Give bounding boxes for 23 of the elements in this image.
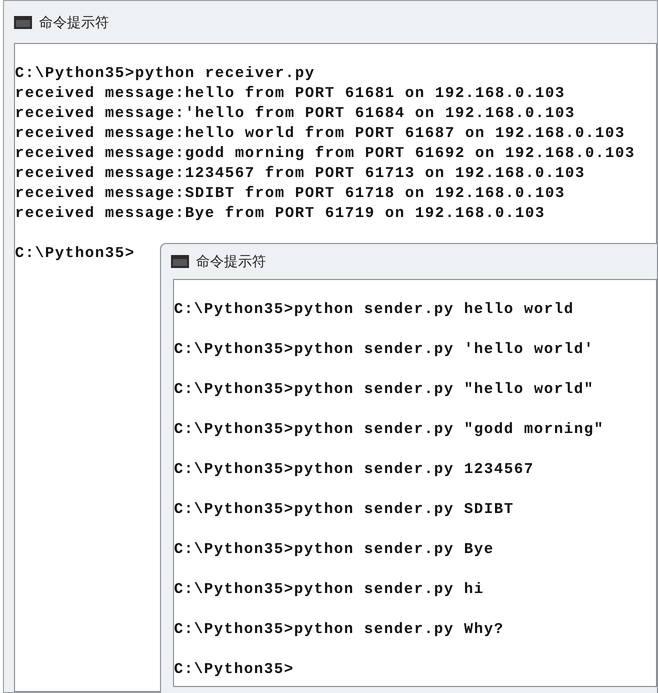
console-line: C:\Python35>python sender.py 'hello world'	[174, 340, 594, 360]
console-line: received message:SDIBT from PORT 61718 on 192.168.0.103	[15, 184, 566, 204]
console-line: C:\Python35>python sender.py "hello world"	[174, 380, 594, 400]
window-title: 命令提示符	[196, 252, 266, 271]
console-line: C:\Python35>	[15, 244, 136, 264]
console-line: C:\Python35>	[174, 660, 294, 680]
console-line: received message:Bye from PORT 61719 on 192.168.0.103	[15, 204, 546, 224]
console-line: received message:1234567 from PORT 61713 on 192.168.0.103	[15, 164, 586, 184]
console-line: C:\Python35>python sender.py hi	[174, 580, 484, 600]
window-title: 命令提示符	[39, 12, 109, 32]
console-line: C:\Python35>python sender.py Bye	[174, 540, 494, 560]
console-line: C:\Python35>python sender.py SDIBT	[174, 500, 514, 520]
console-line: received message:hello world from PORT 61687 on 192.168.0.103	[15, 124, 626, 144]
console-line: received message:hello from PORT 61681 on 192.168.0.103	[15, 84, 566, 104]
console-line: C:\Python35>python sender.py Why?	[174, 620, 504, 640]
console-icon	[171, 255, 189, 268]
console-line: C:\Python35>python receiver.py	[15, 64, 316, 84]
console-line: C:\Python35>python sender.py hello world	[174, 300, 574, 320]
console-line: C:\Python35>python sender.py "godd morning"	[174, 420, 604, 440]
console-line: received message:godd morning from PORT 61692 on 192.168.0.103	[15, 144, 636, 164]
console-line: C:\Python35>python sender.py 1234567	[174, 460, 534, 480]
console-line: received message:'hello from PORT 61684 on 192.168.0.103	[15, 104, 576, 124]
console-icon	[14, 16, 32, 28]
